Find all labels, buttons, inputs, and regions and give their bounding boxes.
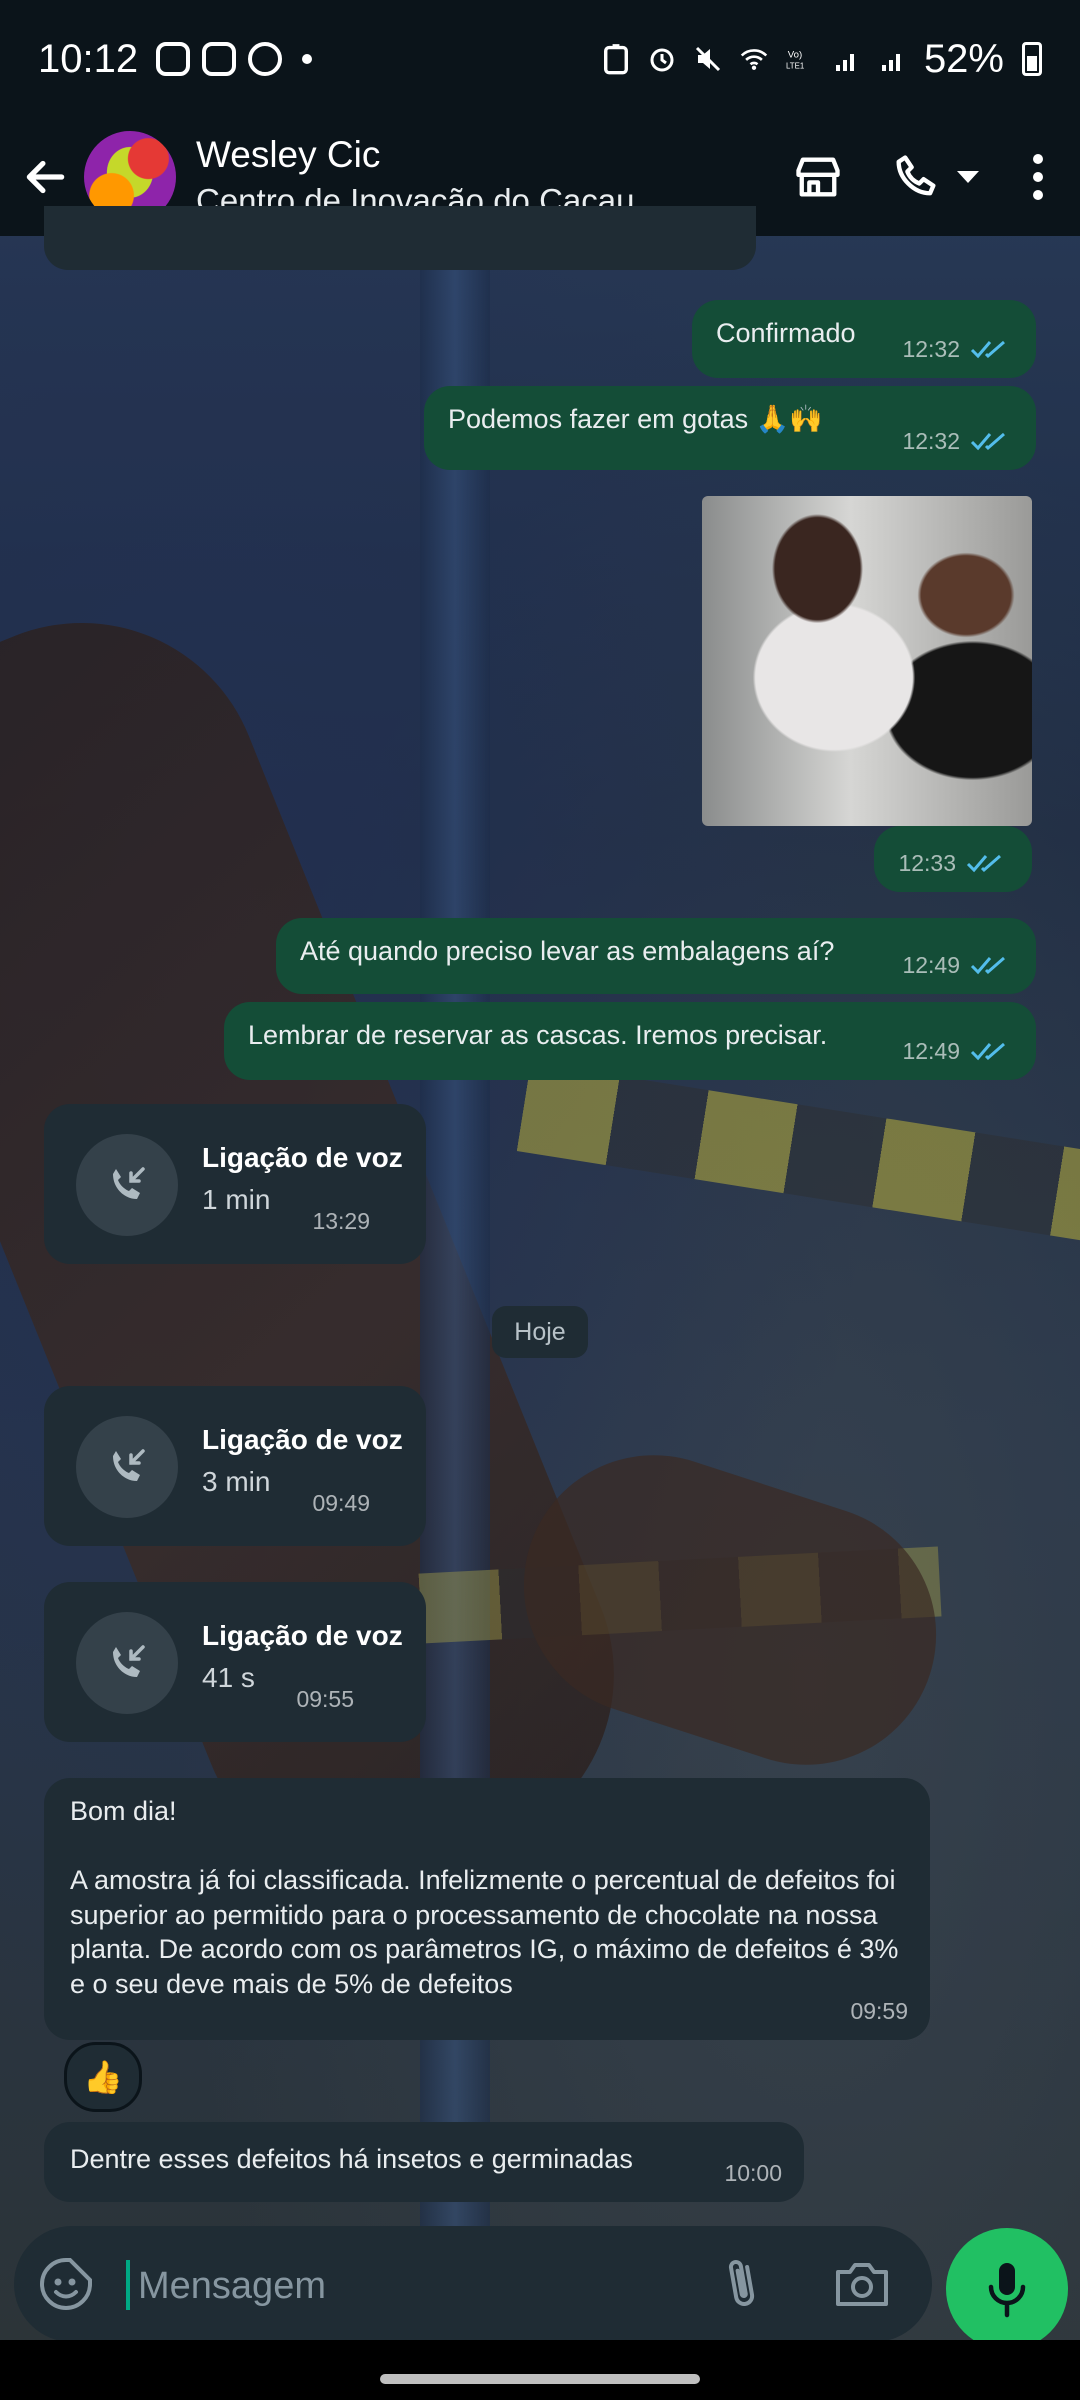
call-duration: 3 min <box>202 1466 271 1497</box>
moon-app-icon <box>248 42 283 76</box>
message-outgoing[interactable]: Lembrar de reservar as cascas. Iremos pr… <box>224 1002 1036 1080</box>
call-time: 13:29 <box>312 1208 370 1234</box>
call-duration: 1 min <box>202 1184 271 1215</box>
call-time: 09:55 <box>296 1686 354 1712</box>
storefront-icon <box>796 157 840 197</box>
message-meta: 12:33 <box>898 849 1010 878</box>
more-vertical-icon <box>1033 154 1043 200</box>
battery-icon <box>1022 42 1042 76</box>
compose-bar <box>0 2220 1080 2350</box>
alarm-icon <box>650 48 674 72</box>
read-receipt-icon <box>970 341 1005 359</box>
message-time: 12:49 <box>902 951 960 978</box>
message-time: 12:49 <box>902 1037 960 1064</box>
read-receipt-icon <box>970 957 1005 975</box>
message-time: 12:32 <box>902 427 960 454</box>
voice-call-card[interactable]: Ligação de voz 1 min 13:29 <box>44 1104 426 1264</box>
sticker-icon[interactable] <box>38 2256 94 2312</box>
instagram-icon <box>156 42 191 76</box>
svg-text:Vo): Vo) <box>788 49 802 60</box>
status-time: 10:12 <box>38 36 139 81</box>
system-navigation-bar <box>0 2340 1080 2400</box>
call-title: Ligação de voz <box>202 1142 403 1173</box>
message-time: 12:33 <box>898 849 956 876</box>
header-actions <box>786 145 1058 209</box>
signal-icon <box>881 54 900 71</box>
previous-message-partial[interactable] <box>44 206 756 270</box>
signal-icon <box>835 54 854 71</box>
status-bar: 10:12 Vo) LTE1 52% <box>0 0 1080 118</box>
message-incoming[interactable]: Bom dia! A amostra já foi classificada. … <box>44 1778 930 2040</box>
message-time: 10:00 <box>724 2159 782 2186</box>
home-gesture-handle[interactable] <box>380 2374 700 2384</box>
voice-message-button[interactable] <box>946 2228 1068 2350</box>
incoming-call-icon <box>76 1134 178 1236</box>
read-receipt-icon <box>970 433 1005 451</box>
message-meta: 12:32 <box>902 427 1014 456</box>
call-options-dropdown[interactable] <box>948 145 988 209</box>
image-thumbnail[interactable] <box>702 496 1032 826</box>
message-outgoing[interactable]: Podemos fazer em gotas 🙏🙌 12:32 <box>424 386 1036 470</box>
call-title: Ligação de voz <box>202 1424 403 1455</box>
battery-percent: 52% <box>923 36 1004 81</box>
message-meta: 10:00 <box>724 2159 782 2188</box>
message-time: 12:32 <box>902 335 960 362</box>
call-time: 09:49 <box>312 1490 370 1516</box>
call-title: Ligação de voz <box>202 1620 403 1651</box>
system-icons: Vo) LTE1 52% <box>602 37 1042 82</box>
message-incoming[interactable]: Dentre esses defeitos há insetos e germi… <box>44 2122 804 2202</box>
incoming-call-icon <box>76 1612 178 1714</box>
text-cursor <box>126 2260 130 2310</box>
notification-dot-icon <box>302 54 313 64</box>
voice-call-card[interactable]: Ligação de voz 41 s 09:55 <box>44 1582 426 1742</box>
svg-text:LTE1: LTE1 <box>786 62 804 71</box>
mute-icon <box>695 46 720 72</box>
image-message-meta-bubble: 12:33 <box>874 826 1032 892</box>
message-meta: 12:49 <box>902 951 1014 980</box>
compose-pill <box>14 2226 932 2342</box>
catalog-button[interactable] <box>786 145 850 209</box>
message-text: Dentre esses defeitos há insetos e germi… <box>70 2144 633 2174</box>
more-options-button[interactable] <box>1018 145 1058 209</box>
message-meta: 12:32 <box>902 335 1014 364</box>
back-arrow-icon[interactable] <box>20 152 70 202</box>
mic-icon <box>988 2263 1026 2318</box>
voice-call-card[interactable]: Ligação de voz 3 min 09:49 <box>44 1386 426 1546</box>
message-text: Bom dia! A amostra já foi classificada. … <box>70 1796 899 1999</box>
instagram-icon <box>202 42 237 76</box>
read-receipt-icon <box>970 1043 1005 1061</box>
message-meta: 09:59 <box>850 1997 908 2026</box>
contact-name: Wesley Cic <box>196 133 381 175</box>
call-duration: 41 s <box>202 1662 255 1693</box>
volte-icon: Vo) LTE1 <box>786 49 804 71</box>
reaction-badge[interactable]: 👍 <box>64 2042 142 2112</box>
read-receipt-icon <box>966 855 1001 873</box>
message-list[interactable]: Confirmado 12:32 Podemos fazer em gotas … <box>0 206 1080 2220</box>
caret-down-icon <box>957 171 979 183</box>
message-outgoing[interactable]: Até quando preciso levar as embalagens a… <box>276 918 1036 994</box>
voice-call-button[interactable] <box>884 145 948 209</box>
message-time: 09:59 <box>850 1997 908 2024</box>
battery-saver-icon <box>603 44 628 75</box>
date-separator: Hoje <box>492 1306 588 1358</box>
image-photo <box>702 496 1032 826</box>
incoming-call-icon <box>76 1416 178 1518</box>
wifi-icon <box>740 49 768 70</box>
paperclip-icon[interactable] <box>718 2254 768 2314</box>
phone-icon <box>896 155 936 196</box>
message-input[interactable] <box>136 2250 720 2322</box>
camera-icon[interactable] <box>832 2256 892 2312</box>
message-meta: 12:49 <box>902 1037 1014 1066</box>
message-outgoing[interactable]: Confirmado 12:32 <box>692 300 1036 378</box>
